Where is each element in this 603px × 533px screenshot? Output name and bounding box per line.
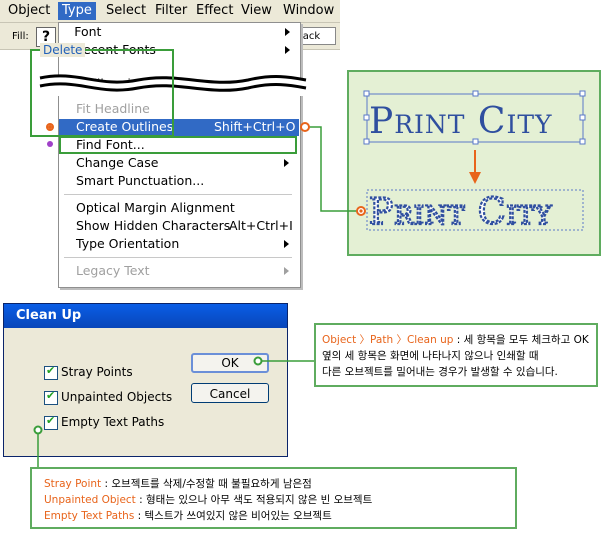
menu-window[interactable]: Window	[283, 3, 334, 19]
menu-separator	[64, 257, 292, 258]
menu-item-find-font[interactable]: Find Font...	[76, 136, 145, 154]
submenu-arrow-icon	[285, 46, 290, 54]
outline-demo-art: Print City Print City	[363, 90, 586, 234]
menu-filter[interactable]: Filter	[155, 3, 187, 19]
menu-item-smart-punctuation[interactable]: Smart Punctuation...	[76, 172, 204, 190]
definition-row: Unpainted Object : 형태는 있으나 아무 색도 적용되지 않은…	[44, 492, 503, 508]
definition-desc: : 텍스트가 쓰여있지 않은 비어있는 오브젝트	[134, 510, 332, 522]
demo-text-after: Print City	[369, 192, 553, 233]
dialog-titlebar[interactable]: Clean Up	[4, 304, 287, 328]
fill-label: Fill:	[12, 31, 29, 42]
create-outlines-shortcut: Shift+Ctrl+O	[214, 119, 296, 134]
menu-item-type-orientation[interactable]: Type Orientation	[76, 235, 179, 253]
definition-term: Unpainted Object	[44, 494, 136, 506]
submenu-arrow-icon	[284, 240, 289, 248]
definition-row: Stray Point : 오브젝트를 삭제/수정할 때 불필요하게 남은점	[44, 476, 503, 492]
delete-groupbox	[30, 49, 174, 137]
menu-item-font-label: Font	[74, 24, 102, 39]
menubar: Object Type Select Filter Effect View Wi…	[0, 0, 340, 23]
definition-term: Empty Text Paths	[44, 510, 135, 522]
show-hidden-shortcut: Alt+Ctrl+I	[229, 218, 293, 233]
purple-marker-icon	[47, 141, 53, 147]
menu-separator	[64, 194, 292, 195]
menu-item-show-hidden[interactable]: Show Hidden Characters Alt+Ctrl+I	[76, 217, 293, 235]
menu-type[interactable]: Type	[58, 2, 96, 20]
submenu-arrow-icon	[285, 28, 290, 36]
submenu-arrow-icon	[284, 159, 289, 167]
note-line3: 다른 오브젝트를 밀어내는 경우가 발생할 수 있습니다.	[322, 366, 558, 378]
definition-term: Stray Point	[44, 478, 102, 490]
note-line1: : 세 항목을 모두 체크하고 OK	[453, 334, 589, 346]
definition-desc: : 오브젝트를 삭제/수정할 때 불필요하게 남은점	[101, 478, 312, 490]
delete-group-label: Delete	[40, 43, 86, 57]
demo-text-before: Print City	[369, 101, 553, 142]
note-line2: 옆의 세 항목은 화면에 나타나지 않으나 인쇄할 때	[322, 350, 539, 362]
show-hidden-label: Show Hidden Characters	[76, 218, 231, 233]
submenu-arrow-icon	[284, 267, 289, 275]
menu-view[interactable]: View	[241, 3, 272, 19]
definition-desc: : 형태는 있으나 아무 색도 적용되지 않은 빈 오브젝트	[135, 494, 373, 506]
menu-item-change-case[interactable]: Change Case	[76, 154, 158, 172]
menu-select[interactable]: Select	[106, 3, 146, 19]
menu-item-legacy-text: Legacy Text	[76, 263, 150, 278]
definition-row: Empty Text Paths : 텍스트가 쓰여있지 않은 비어있는 오브젝…	[44, 508, 503, 524]
dialog-title: Clean Up	[16, 308, 82, 323]
note-path: Object 〉Path 〉Clean up	[322, 334, 454, 346]
definitions-note: Stray Point : 오브젝트를 삭제/수정할 때 불필요하게 남은점 U…	[30, 467, 517, 529]
cleanup-note: Object 〉Path 〉Clean up : 세 항목을 모두 체크하고 O…	[314, 323, 598, 387]
dialog-connectors	[33, 356, 314, 467]
menu-object[interactable]: Object	[8, 3, 50, 19]
connector-line	[300, 122, 366, 216]
menu-item-optical-margin[interactable]: Optical Margin Alignment	[76, 199, 235, 217]
menu-item-font[interactable]: FFont	[74, 23, 102, 41]
menu-effect[interactable]: Effect	[196, 3, 233, 19]
